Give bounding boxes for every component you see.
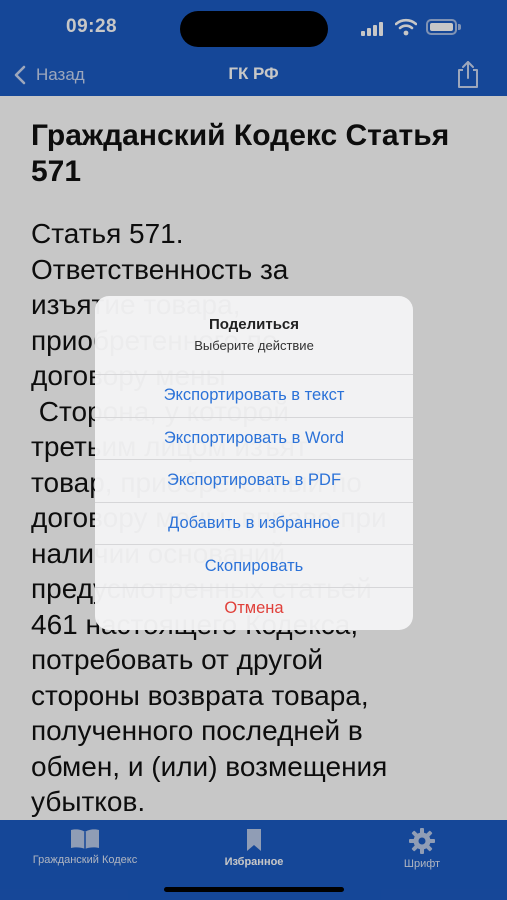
home-indicator: [164, 887, 344, 892]
action-sheet-message: Выберите действие: [194, 338, 314, 353]
share-action-sheet: Поделиться Выберите действие Экспортиров…: [95, 296, 413, 630]
action-sheet-title: Поделиться: [208, 316, 300, 333]
action-sheet-header: Поделиться Выберите действие: [95, 296, 413, 374]
export-word-button[interactable]: Экспортировать в Word: [95, 416, 413, 460]
export-text-button[interactable]: Экспортировать в текст: [95, 374, 413, 417]
cancel-button[interactable]: Отмена: [95, 586, 413, 630]
export-pdf-button[interactable]: Экспортировать в PDF: [95, 459, 413, 502]
copy-button[interactable]: Скопировать: [95, 544, 413, 587]
add-to-favorites-button[interactable]: Добавить в избранное: [95, 501, 413, 545]
